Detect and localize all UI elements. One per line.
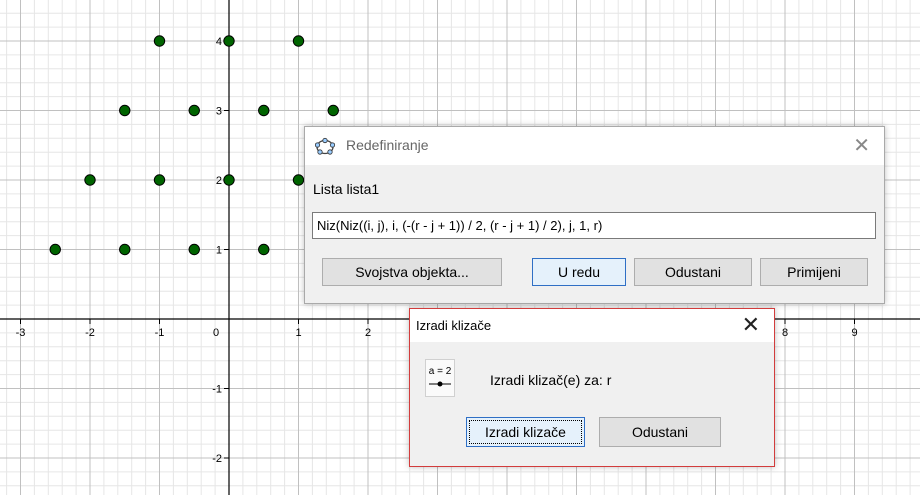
list-point[interactable] [258,243,270,256]
x-tick-label: 0 [213,327,219,339]
list-point[interactable] [223,174,235,186]
x-tick-label: 8 [782,327,788,339]
create-sliders-dialog: Izradi klizače ✕ a = 2 Izradi klizač(e) … [409,308,775,467]
command-input[interactable]: Niz(Niz((i, j), i, (-(r - j + 1)) / 2, (… [312,212,876,239]
redefine-dialog: Redefiniranje ✕ Lista lista1 Niz(Niz((i,… [304,126,885,304]
close-icon[interactable]: ✕ [853,136,870,156]
slider-message: Izradi klizač(e) za: r [490,372,612,388]
list-point[interactable] [153,35,166,47]
list-point[interactable] [119,243,131,256]
x-tick-label: 9 [851,327,857,339]
y-tick-label: -1 [212,384,222,396]
object-properties-button[interactable]: Svojstva objekta... [322,258,502,286]
redefine-titlebar[interactable]: Redefiniranje ✕ [305,127,884,165]
list-point[interactable] [258,104,270,117]
sliders-title: Izradi klizače [416,318,492,333]
list-point[interactable] [292,174,305,186]
x-tick-label: -3 [16,327,26,339]
y-tick-label: 2 [216,175,222,187]
list-point[interactable] [223,35,235,47]
object-label: Lista lista1 [313,181,380,197]
list-point[interactable] [188,243,200,256]
y-tick-label: 4 [216,36,222,48]
y-tick-label: 3 [216,106,222,118]
apply-button[interactable]: Primijeni [760,258,868,286]
list-point[interactable] [188,104,200,117]
create-sliders-button[interactable]: Izradi klizače [466,417,585,447]
list-point[interactable] [292,35,305,47]
x-tick-label: -1 [155,327,165,339]
slider-icon: a = 2 [425,359,455,397]
list-point[interactable] [49,243,61,256]
close-icon[interactable]: ✕ [742,314,760,336]
list-point[interactable] [119,104,131,117]
cancel-button[interactable]: Odustani [634,258,752,286]
x-tick-label: 1 [295,327,301,339]
list-point[interactable] [327,104,339,117]
x-tick-label: -2 [85,327,95,339]
y-tick-label: 1 [216,245,222,257]
cancel-sliders-button[interactable]: Odustani [599,417,721,447]
sliders-titlebar[interactable]: Izradi klizače ✕ [410,309,774,342]
geogebra-logo-icon [315,137,335,155]
slider-icon-text: a = 2 [429,366,452,377]
list-point[interactable] [84,174,96,186]
x-tick-label: 2 [365,327,371,339]
redefine-title: Redefiniranje [346,137,429,153]
y-tick-label: -2 [212,453,222,465]
ok-button[interactable]: U redu [532,258,626,286]
list-point[interactable] [153,174,166,186]
